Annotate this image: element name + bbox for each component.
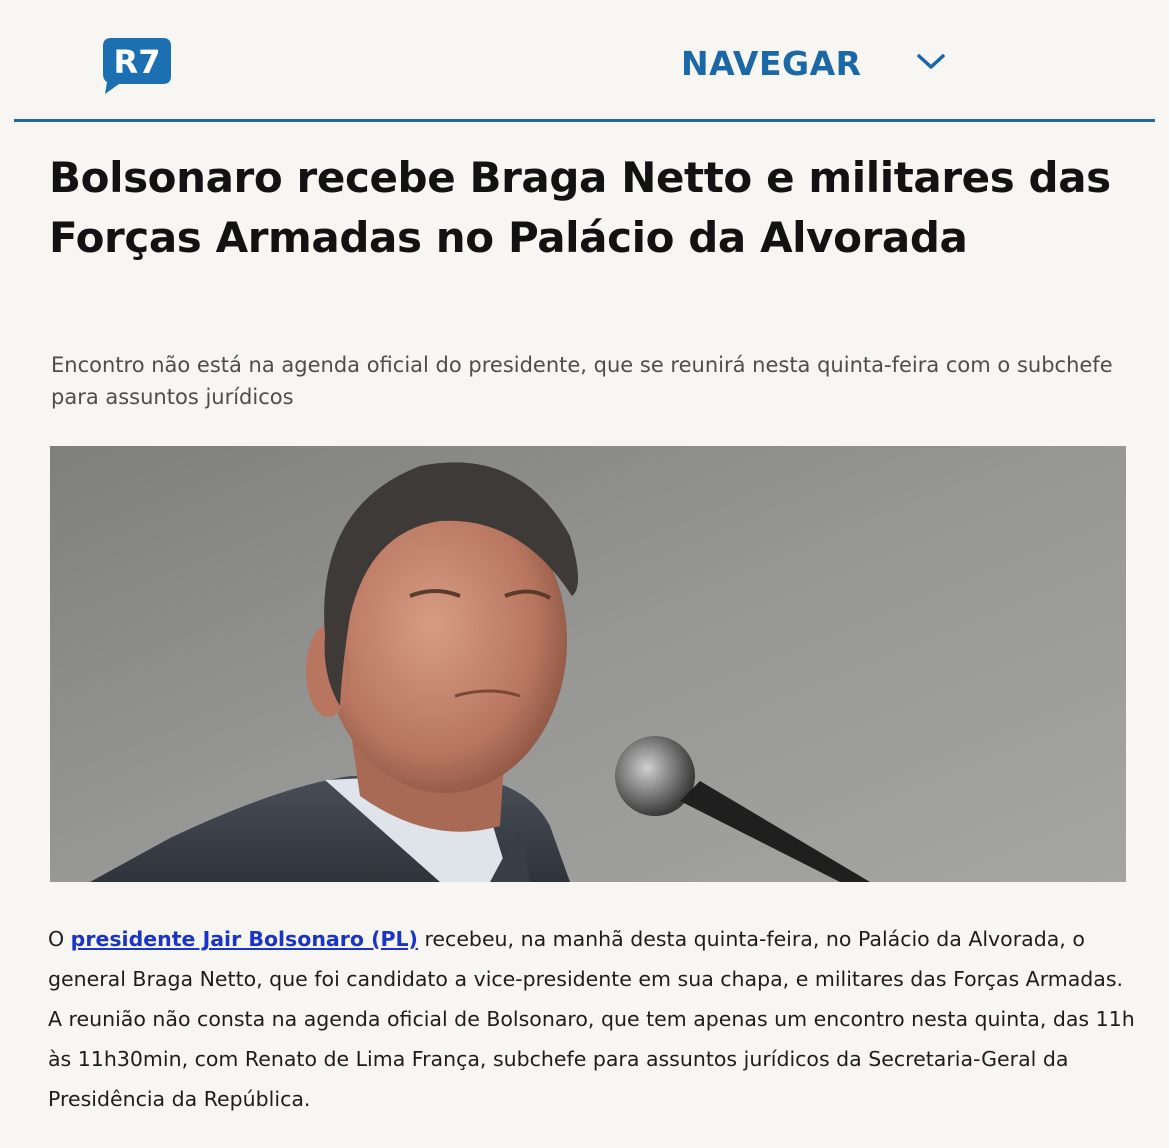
logo-text: R7: [114, 43, 161, 81]
article-headline: Bolsonaro recebe Braga Netto e militares…: [49, 153, 1111, 262]
nav-label: NAVEGAR: [681, 44, 862, 83]
body-rest: recebeu, na manhã desta quinta-feira, no…: [48, 927, 1135, 1111]
body-prefix: O: [48, 927, 71, 951]
header-divider: [14, 119, 1155, 122]
r7-logo[interactable]: R7: [101, 36, 173, 94]
article-page: R7 NAVEGAR Bolsonaro recebe Braga Netto …: [0, 0, 1169, 1148]
article-body: O presidente Jair Bolsonaro (PL) recebeu…: [48, 919, 1138, 1119]
article-subtitle: Encontro não está na agenda oficial do p…: [51, 353, 1113, 409]
navegar-menu-button[interactable]: NAVEGAR: [681, 44, 945, 83]
chevron-down-icon[interactable]: [916, 52, 946, 72]
article-photo: [50, 446, 1126, 882]
president-profile-link[interactable]: presidente Jair Bolsonaro (PL): [71, 927, 418, 951]
